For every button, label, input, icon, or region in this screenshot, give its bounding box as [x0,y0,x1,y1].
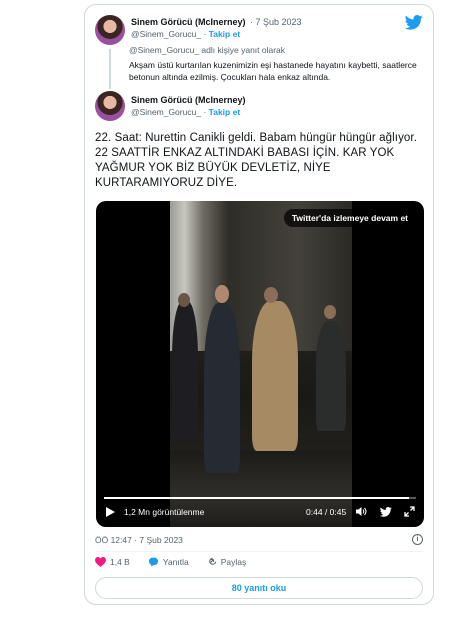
video-controls: 1,2 Mn görüntülenme 0:44 / 0:45 [96,495,424,527]
divider [95,551,423,552]
heart-icon [95,557,106,567]
like-count: 1,4 B [110,557,130,567]
follow-button[interactable]: Takip et [209,107,241,117]
avatar[interactable] [95,91,125,121]
volume-icon[interactable] [356,506,367,517]
reply-button[interactable]: Yanıtla [148,557,189,567]
video-frame [170,201,352,527]
twitter-bird-icon[interactable] [380,507,392,517]
author-name[interactable]: Sinem Görücü (McInerney) [131,95,246,105]
tweet-card: Sinem Görücü (McInerney) · 7 Şub 2023 @S… [84,4,434,605]
quoted-author-handle[interactable]: @Sinem_Gorucu_ [131,29,201,39]
separator: · [203,107,207,117]
thread-line [109,49,111,89]
video-progress-bar[interactable] [104,497,416,499]
fullscreen-icon[interactable] [404,506,415,517]
like-button[interactable]: 1,4 B [95,557,130,567]
read-replies-button[interactable]: 80 yanıtı oku [95,577,423,599]
watch-on-twitter-button[interactable]: Twitter'da izlemeye devam et [283,209,416,227]
quoted-date[interactable]: · 7 Şub 2023 [250,17,302,27]
play-icon[interactable] [106,507,115,517]
share-button[interactable]: Paylaş [207,557,247,567]
tweet-timestamp[interactable]: ÖÖ 12:47 · 7 Şub 2023 [95,535,183,545]
quoted-tweet-header: Sinem Görücü (McInerney) · 7 Şub 2023 @S… [95,15,302,45]
info-icon[interactable]: i [412,534,423,545]
reply-icon [148,557,158,567]
tweet-text: 22. Saat: Nurettin Canikli geldi. Babam … [95,132,418,189]
share-icon [208,557,216,565]
reply-context: @Sinem_Gorucu_ adlı kişiye yanıt olarak [129,45,286,55]
quoted-tweet-text: Akşam üstü kurtarılan kuzenimizin eşi ha… [129,60,417,82]
author-handle[interactable]: @Sinem_Gorucu_ [131,107,201,117]
video-player[interactable]: Twitter'da izlemeye devam et 1,2 Mn görü… [96,201,424,527]
video-progress-fill [104,497,410,499]
video-views: 1,2 Mn görüntülenme [124,507,205,517]
tweet-header: Sinem Görücü (McInerney) @Sinem_Gorucu_ … [95,91,246,121]
avatar[interactable] [95,15,125,45]
share-label: Paylaş [220,557,247,567]
tweet-actions: 1,4 B Yanıtla Paylaş [95,557,264,567]
video-time: 0:44 / 0:45 [306,507,347,517]
quoted-author-name[interactable]: Sinem Görücü (McInerney) [131,17,246,27]
quoted-follow-button[interactable]: Takip et [209,29,241,39]
separator: · [203,29,207,39]
twitter-logo-icon[interactable] [405,15,423,30]
reply-label: Yanıtla [162,557,189,567]
